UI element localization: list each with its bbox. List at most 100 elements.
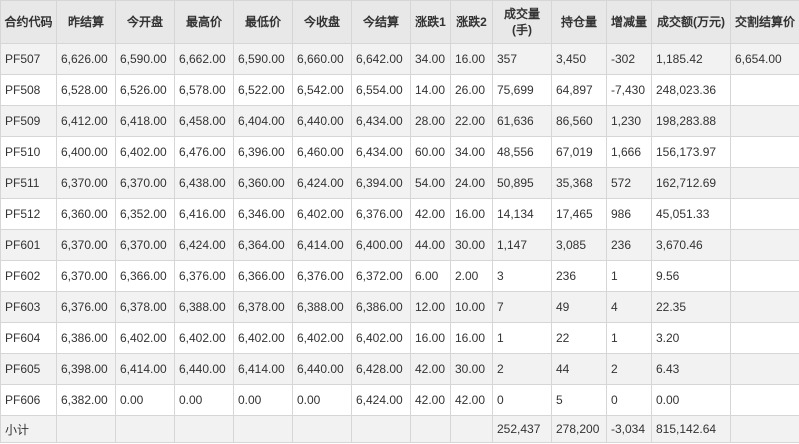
table-cell: 572 bbox=[606, 167, 652, 199]
table-row: PF605 6,398.00 6,414.00 6,440.00 6,414.00 6,4… bbox=[0, 353, 799, 385]
table-cell: 986 bbox=[606, 198, 652, 230]
table-row: PF603 6,376.00 6,378.00 6,388.00 6,378.00 6,3… bbox=[0, 291, 799, 323]
table-cell: 6,402.00 bbox=[174, 322, 234, 354]
table-cell: 6,434.00 bbox=[351, 136, 411, 168]
table-cell: 357 bbox=[492, 43, 552, 75]
table-cell: 0.00 bbox=[651, 384, 731, 416]
table-cell: 6,402.00 bbox=[292, 198, 352, 230]
contract-code-cell: PF510 bbox=[0, 136, 57, 168]
table-cell: 6,412.00 bbox=[56, 105, 116, 137]
table-cell: 60.00 bbox=[410, 136, 451, 168]
table-cell: 6,398.00 bbox=[56, 353, 116, 385]
table-cell: 6,366.00 bbox=[233, 260, 293, 292]
table-cell: 44.00 bbox=[410, 229, 451, 261]
table-body: PF507 6,626.00 6,590.00 6,662.00 6,590.00 6,6… bbox=[0, 43, 799, 443]
table-cell: 6,440.00 bbox=[292, 353, 352, 385]
table-cell bbox=[730, 198, 799, 230]
table-cell: 198,283.88 bbox=[651, 105, 731, 137]
table-cell: 2.00 bbox=[450, 260, 493, 292]
table-cell: 44 bbox=[551, 353, 607, 385]
table-cell: 6,366.00 bbox=[115, 260, 175, 292]
table-cell: 61,636 bbox=[492, 105, 552, 137]
table-cell bbox=[730, 353, 799, 385]
table-cell: 16.00 bbox=[410, 322, 451, 354]
table-cell: 6,360.00 bbox=[233, 167, 293, 199]
table-cell: 162,712.69 bbox=[651, 167, 731, 199]
table-cell: 6,414.00 bbox=[292, 229, 352, 261]
table-row: PF508 6,528.00 6,526.00 6,578.00 6,522.00 6,5… bbox=[0, 74, 799, 106]
table-row: PF604 6,386.00 6,402.00 6,402.00 6,402.00 6,4… bbox=[0, 322, 799, 354]
table-cell bbox=[730, 260, 799, 292]
table-cell: 24.00 bbox=[450, 167, 493, 199]
table-cell: 6,386.00 bbox=[56, 322, 116, 354]
table-cell: 6,522.00 bbox=[233, 74, 293, 106]
table-cell: 248,023.36 bbox=[651, 74, 731, 106]
table-cell: 6,458.00 bbox=[174, 105, 234, 137]
table-cell: 1 bbox=[606, 322, 652, 354]
table-cell: 6,424.00 bbox=[174, 229, 234, 261]
table-cell: 2 bbox=[606, 353, 652, 385]
contract-code-cell: PF603 bbox=[0, 291, 57, 323]
table-cell: 1,666 bbox=[606, 136, 652, 168]
table-cell: 17,465 bbox=[551, 198, 607, 230]
table-cell: 6,376.00 bbox=[174, 260, 234, 292]
table-cell: 34.00 bbox=[410, 43, 451, 75]
table-cell bbox=[730, 167, 799, 199]
table-cell: 42.00 bbox=[410, 198, 451, 230]
table-cell: 6,460.00 bbox=[292, 136, 352, 168]
column-header: 今开盘 bbox=[115, 0, 175, 44]
table-row: PF510 6,400.00 6,402.00 6,476.00 6,396.00 6,4… bbox=[0, 136, 799, 168]
column-header: 增减量 bbox=[606, 0, 652, 44]
contract-code-cell: PF606 bbox=[0, 384, 57, 416]
table-row: PF602 6,370.00 6,366.00 6,376.00 6,366.00 6,3… bbox=[0, 260, 799, 292]
table-cell: 30.00 bbox=[450, 353, 493, 385]
table-row: PF512 6,360.00 6,352.00 6,416.00 6,346.00 6,4… bbox=[0, 198, 799, 230]
table-cell: 6,370.00 bbox=[56, 260, 116, 292]
table-cell: 6,440.00 bbox=[292, 105, 352, 137]
table-cell: 6,418.00 bbox=[115, 105, 175, 137]
column-header: 昨结算 bbox=[56, 0, 116, 44]
table-cell: 6,660.00 bbox=[292, 43, 352, 75]
contract-code-cell: PF512 bbox=[0, 198, 57, 230]
table-cell: 5 bbox=[551, 384, 607, 416]
subtotal-cell bbox=[233, 415, 293, 443]
table-cell: 6,414.00 bbox=[233, 353, 293, 385]
table-cell: 1 bbox=[492, 322, 552, 354]
table-cell: 6,352.00 bbox=[115, 198, 175, 230]
table-cell: 6,370.00 bbox=[115, 167, 175, 199]
table-cell: 6,424.00 bbox=[292, 167, 352, 199]
table-cell: 28.00 bbox=[410, 105, 451, 137]
table-row: PF601 6,370.00 6,370.00 6,424.00 6,364.00 6,4… bbox=[0, 229, 799, 261]
table-cell: 22 bbox=[551, 322, 607, 354]
table-cell: 156,173.97 bbox=[651, 136, 731, 168]
table-cell: 6,396.00 bbox=[233, 136, 293, 168]
subtotal-cell bbox=[56, 415, 116, 443]
subtotal-cell bbox=[410, 415, 451, 443]
table-cell: 4 bbox=[606, 291, 652, 323]
table-cell: 6,434.00 bbox=[351, 105, 411, 137]
table-cell: 42.00 bbox=[410, 353, 451, 385]
table-cell: 14,134 bbox=[492, 198, 552, 230]
table-cell: 6,528.00 bbox=[56, 74, 116, 106]
table-row: PF606 6,382.00 0.00 0.00 0.00 0.00 6,424.00 42.… bbox=[0, 384, 799, 416]
table-cell: 6,404.00 bbox=[233, 105, 293, 137]
table-cell: 6,438.00 bbox=[174, 167, 234, 199]
table-cell: 6,400.00 bbox=[56, 136, 116, 168]
table-cell: 6,526.00 bbox=[115, 74, 175, 106]
table-row: PF507 6,626.00 6,590.00 6,662.00 6,590.00 6,6… bbox=[0, 43, 799, 75]
column-header: 成交额(万元) bbox=[651, 0, 731, 44]
table-cell: 6,654.00 bbox=[730, 43, 799, 75]
table-cell: 6,578.00 bbox=[174, 74, 234, 106]
column-header: 最低价 bbox=[233, 0, 293, 44]
table-cell: 16.00 bbox=[450, 43, 493, 75]
table-cell: 6,376.00 bbox=[351, 198, 411, 230]
table-cell: 42.00 bbox=[450, 384, 493, 416]
column-header: 涨跌1 bbox=[410, 0, 451, 44]
table-cell: 75,699 bbox=[492, 74, 552, 106]
table-cell: 6,388.00 bbox=[174, 291, 234, 323]
contract-code-cell: PF602 bbox=[0, 260, 57, 292]
table-cell bbox=[730, 322, 799, 354]
table-cell: 6,388.00 bbox=[292, 291, 352, 323]
table-cell: 16.00 bbox=[450, 322, 493, 354]
table-cell: 6,642.00 bbox=[351, 43, 411, 75]
